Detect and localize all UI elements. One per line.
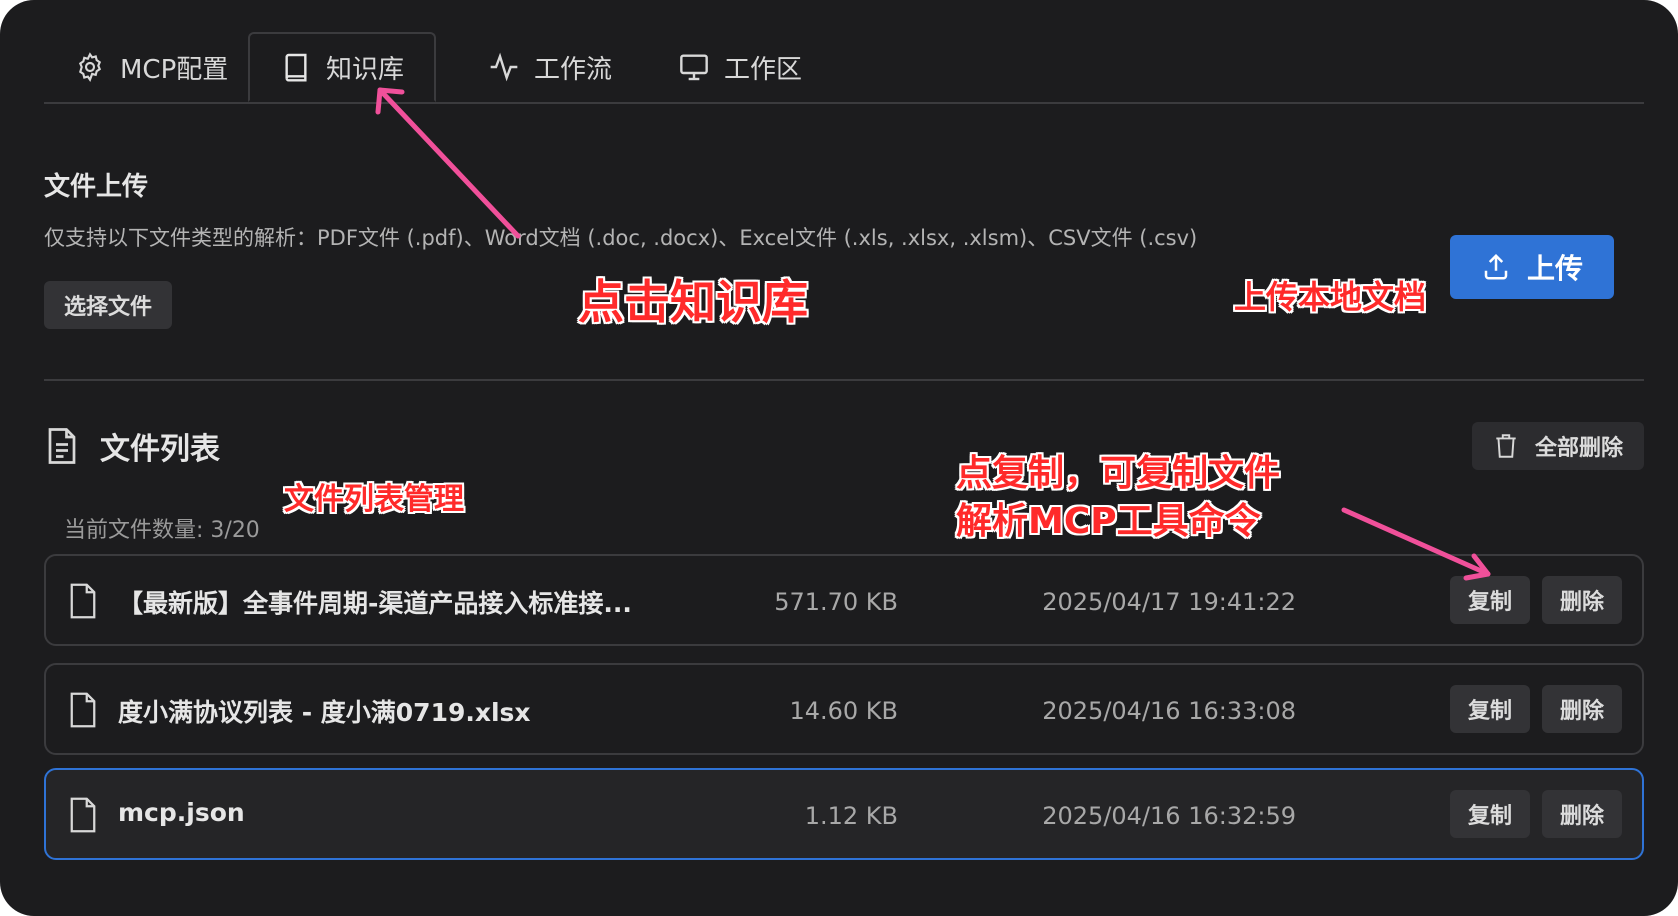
file-date: 2025/04/17 19:41:22 [1042,588,1296,616]
section-divider [44,379,1644,381]
delete-button[interactable]: 删除 [1542,685,1622,733]
monitor-icon [678,51,710,83]
tab-label: 知识库 [326,54,405,85]
tab-label: 工作流 [534,54,613,85]
upload-section-title: 文件上传 [44,172,149,202]
delete-button[interactable]: 删除 [1542,576,1622,624]
tab-mcp-config[interactable]: MCP配置 [74,32,228,102]
app-window: MCP配置 知识库 工作流 工作区 文件上传 仅支持以下文件类型的解析：PDF文… [0,0,1678,916]
annotation-list-manage: 文件列表管理 [284,482,464,517]
gear-icon [74,51,106,83]
tab-workflow[interactable]: 工作流 [488,32,612,102]
arrow-to-kb-tab [377,87,521,239]
file-list-title: 文件列表 [100,432,220,467]
file-name: 度小满协议列表 - 度小满0719.xlsx [118,698,531,727]
upload-icon [1481,252,1511,282]
delete-button[interactable]: 删除 [1542,790,1622,838]
activity-icon [488,51,520,83]
file-row: 度小满协议列表 - 度小满0719.xlsx 14.60 KB 2025/04/… [44,663,1644,755]
copy-button[interactable]: 复制 [1450,685,1530,733]
file-row: 【最新版】全事件周期-渠道产品接入标准接... 571.70 KB 2025/0… [44,554,1644,646]
file-list-header: 文件列表 [44,424,220,468]
choose-file-button[interactable]: 选择文件 [44,281,172,329]
copy-button[interactable]: 复制 [1450,790,1530,838]
delete-all-button[interactable]: 全部删除 [1472,422,1644,470]
document-icon [44,426,80,466]
supported-types-hint: 仅支持以下文件类型的解析：PDF文件 (.pdf)、Word文档 (.doc, … [44,226,1198,250]
file-name: mcp.json [118,798,245,827]
file-size: 571.70 KB [774,588,898,616]
tab-knowledge-base[interactable]: 知识库 [248,32,437,102]
file-icon [70,692,96,728]
file-icon [70,583,96,619]
annotation-upload-local: 上传本地文档 [1234,278,1427,316]
copy-button[interactable]: 复制 [1450,576,1530,624]
annotation-copy-line2: 解析MCP工具命令 [956,501,1261,542]
file-size: 14.60 KB [789,697,898,725]
upload-button[interactable]: 上传 [1450,235,1614,299]
annotation-click-kb: 点击知识库 [578,275,808,329]
annotation-copy-line1: 点复制，可复制文件 [956,453,1281,494]
delete-all-label: 全部删除 [1534,436,1623,461]
file-icon [70,797,96,833]
book-icon [280,51,312,83]
trash-icon [1493,432,1519,460]
upload-button-label: 上传 [1526,252,1583,285]
tab-bar: MCP配置 知识库 工作流 工作区 [44,32,1644,104]
file-date: 2025/04/16 16:32:59 [1042,802,1296,830]
file-name: 【最新版】全事件周期-渠道产品接入标准接... [118,589,632,618]
tab-label: MCP配置 [120,54,229,85]
tab-label: 工作区 [724,54,803,85]
tab-workspace[interactable]: 工作区 [678,32,802,102]
file-date: 2025/04/16 16:33:08 [1042,697,1296,725]
file-count: 当前文件数量: 3/20 [64,518,260,543]
file-size: 1.12 KB [804,802,898,830]
file-row-selected: mcp.json 1.12 KB 2025/04/16 16:32:59 复制 … [44,768,1644,860]
